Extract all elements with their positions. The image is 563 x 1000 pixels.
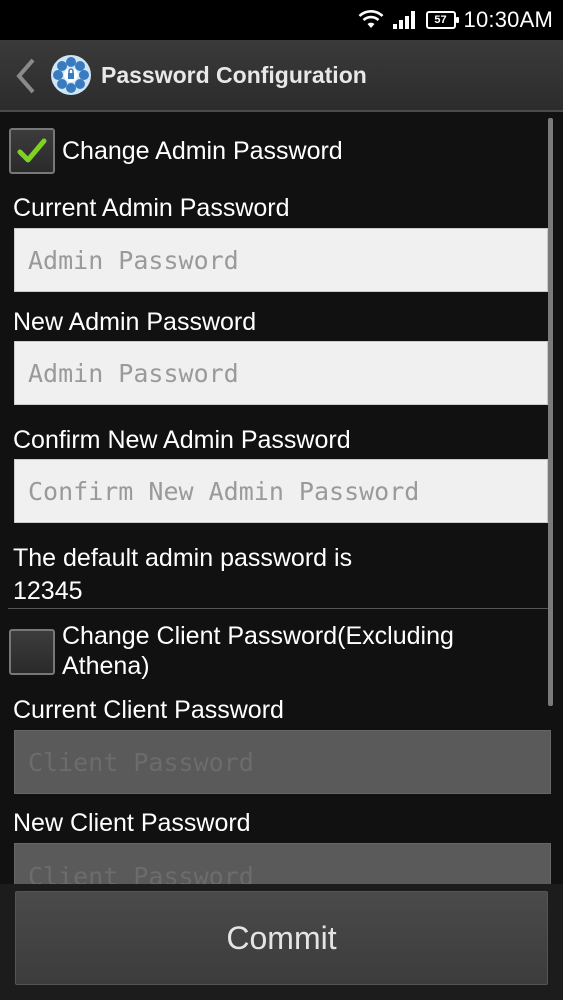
change-client-password-label-line1: Change Client Password(Excluding — [62, 622, 454, 650]
change-client-password-label-line2: Athena) — [62, 652, 150, 680]
change-admin-password-label[interactable]: Change Admin Password — [62, 136, 343, 166]
commit-bar: Commit — [0, 884, 563, 1000]
confirm-admin-password-input[interactable]: Confirm New Admin Password — [14, 459, 548, 523]
change-client-password-label[interactable]: Change Client Password(Excluding Athena) — [62, 621, 454, 681]
battery-level: 57 — [434, 13, 447, 26]
action-bar: Password Configuration — [0, 40, 563, 112]
confirm-admin-password-label: Confirm New Admin Password — [13, 426, 351, 454]
current-admin-password-label: Current Admin Password — [13, 194, 290, 222]
wifi-icon — [358, 10, 383, 28]
section-divider — [8, 608, 553, 609]
change-client-password-checkbox[interactable] — [9, 629, 55, 675]
new-client-password-input[interactable]: Client Password — [14, 843, 551, 884]
default-password-note: The default admin password is 12345 — [13, 542, 352, 608]
commit-button[interactable]: Commit — [15, 891, 548, 985]
battery-icon: 57 — [425, 11, 459, 29]
signal-icon — [392, 11, 415, 29]
default-password-note-text: The default admin password is — [13, 544, 353, 572]
status-bar: 57 10:30AM — [0, 0, 563, 40]
change-admin-password-checkbox[interactable] — [9, 128, 55, 174]
current-admin-password-input[interactable]: Admin Password — [14, 228, 548, 292]
scrollbar[interactable] — [548, 118, 553, 706]
check-icon — [17, 138, 47, 163]
new-client-password-label: New Client Password — [13, 809, 251, 837]
app-icon — [51, 55, 91, 95]
status-icons: 57 10:30AM — [358, 6, 553, 34]
current-client-password-input[interactable]: Client Password — [14, 730, 551, 794]
page-title: Password Configuration — [101, 62, 367, 88]
default-password-value: 12345 — [13, 577, 83, 605]
settings-content[interactable]: Change Admin Password Current Admin Pass… — [0, 114, 563, 884]
back-button[interactable] — [8, 54, 44, 98]
clock: 10:30AM — [463, 7, 553, 32]
current-client-password-label: Current Client Password — [13, 696, 284, 724]
new-admin-password-label: New Admin Password — [13, 308, 257, 336]
new-admin-password-input[interactable]: Admin Password — [14, 341, 548, 405]
back-icon — [16, 58, 35, 94]
